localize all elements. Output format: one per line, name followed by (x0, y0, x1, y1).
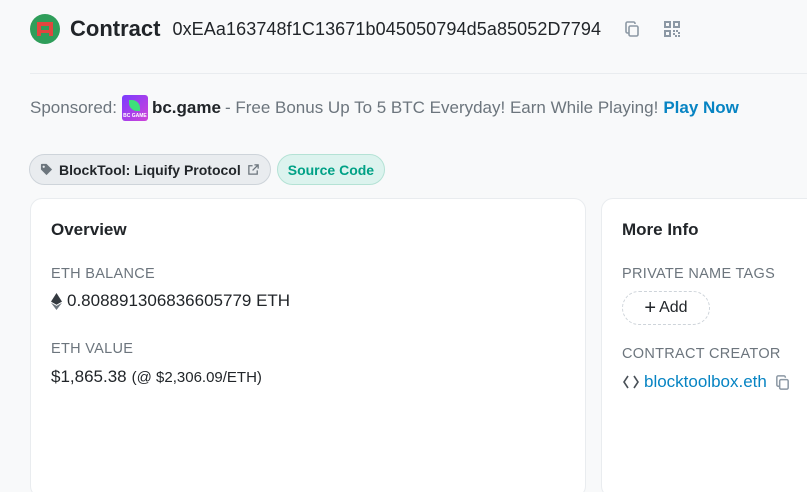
eth-value: $1,865.38 (@ $2,306.09/ETH) (51, 367, 262, 387)
blocktool-tag[interactable]: BlockTool: Liquify Protocol (29, 154, 271, 185)
header-divider (30, 73, 807, 74)
ens-name-icon (622, 374, 640, 390)
contract-address: 0xEAa163748f1C13671b045050794d5a85052D77… (172, 18, 602, 39)
overview-card: Overview ETH BALANCE 0.80889130683660577… (30, 198, 586, 492)
contract-creator: blocktoolbox.eth (622, 372, 791, 392)
add-private-tag-button[interactable]: + Add (622, 291, 710, 325)
eth-value-amount: $1,865.38 (51, 367, 127, 386)
eth-value-rate: (@ $2,306.09/ETH) (131, 368, 262, 386)
more-info-card: More Info PRIVATE NAME TAGS + Add CONTRA… (601, 198, 807, 492)
tag-row: BlockTool: Liquify Protocol Source Code (29, 154, 386, 185)
blocktool-tag-label: BlockTool: Liquify Protocol (59, 161, 241, 178)
bcgame-logo-text: BC GAME (123, 113, 147, 119)
eth-balance-label: ETH BALANCE (51, 266, 156, 282)
sponsor-brand-link[interactable]: bc.game (152, 98, 221, 118)
page-title: Contract (70, 16, 161, 41)
plus-icon: + (644, 297, 657, 319)
contract-avatar (30, 14, 60, 44)
add-button-label: Add (659, 299, 688, 316)
eth-balance: 0.808891306836605779 ETH (51, 291, 290, 311)
sponsored-banner: Sponsored: BC GAME bc.game - Free Bonus … (30, 95, 739, 121)
external-link-icon (247, 163, 260, 176)
tag-icon (40, 163, 53, 176)
play-now-link[interactable]: Play Now (663, 98, 739, 118)
qr-code-icon[interactable] (661, 18, 683, 40)
overview-title: Overview (51, 220, 127, 239)
eth-balance-value: 0.808891306836605779 ETH (67, 291, 291, 310)
bcgame-logo-icon[interactable]: BC GAME (121, 95, 148, 121)
sponsored-label: Sponsored: (30, 98, 117, 117)
private-name-tags-label: PRIVATE NAME TAGS (622, 266, 776, 282)
contract-creator-link[interactable]: blocktoolbox.eth (644, 372, 767, 392)
eth-value-label: ETH VALUE (51, 341, 134, 357)
sponsor-message: - Free Bonus Up To 5 BTC Everyday! Earn … (224, 98, 659, 117)
contract-creator-label: CONTRACT CREATOR (622, 346, 781, 362)
more-info-title: More Info (622, 220, 699, 239)
copy-icon[interactable] (774, 374, 791, 391)
source-code-tag[interactable]: Source Code (276, 154, 386, 185)
copy-icon[interactable] (621, 18, 643, 40)
ethereum-icon (51, 292, 62, 310)
page-header: Contract 0xEAa163748f1C13671b045050794d5… (30, 12, 683, 46)
